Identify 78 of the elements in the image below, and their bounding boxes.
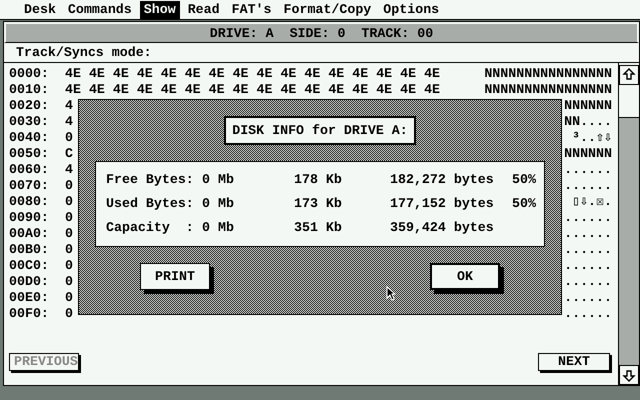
hex-text: 4	[65, 98, 73, 114]
bytes-value: 177,152 bytes	[390, 196, 495, 212]
menu-item[interactable]: Show	[140, 0, 180, 18]
ascii-text: ......	[564, 226, 612, 242]
ascii-text: NNNNNNNNNNNNNNNN	[484, 82, 612, 98]
address-text: 0000:	[9, 66, 50, 82]
hex-text: 0	[65, 194, 73, 210]
hex-text: 4E 4E 4E 4E 4E 4E 4E 4E 4E 4E 4E 4E 4E 4E 4E 4E	[65, 82, 440, 98]
hex-text: 4	[65, 114, 73, 130]
percent-value: 50%	[512, 196, 536, 212]
hex-text: 0	[65, 242, 73, 258]
address-text: 00E0:	[9, 290, 50, 306]
ascii-text: ......	[564, 290, 612, 306]
bytes-value: 182,272 bytes	[390, 172, 495, 188]
dialog-title: DISK INFO for DRIVE A:	[224, 116, 416, 145]
row-label: Used Bytes:	[106, 196, 195, 212]
kb-value: 178 Kb	[294, 172, 343, 188]
address-text: 0080:	[9, 194, 50, 210]
ascii-text: ......	[564, 178, 612, 194]
hex-text: 0	[65, 274, 73, 290]
kb-value: 351 Kb	[294, 220, 343, 236]
address-text: 0050:	[9, 146, 50, 162]
scroll-thumb[interactable]	[619, 85, 639, 118]
hex-text: 0	[65, 178, 73, 194]
menu-item[interactable]: FAT's	[228, 0, 276, 18]
address-text: 0060:	[9, 162, 50, 178]
mb-value: 0 Mb	[202, 172, 235, 188]
menu-item[interactable]: Read	[184, 0, 224, 18]
hex-text: 4E 4E 4E 4E 4E 4E 4E 4E 4E 4E 4E 4E 4E 4E 4E 4E	[65, 66, 440, 82]
ascii-text: NNNNNNNNNNNNNNNN	[484, 66, 612, 82]
ascii-text: ▯⇩.☒.	[572, 194, 612, 210]
hex-text: 0	[65, 306, 73, 322]
mb-value: 0 Mb	[202, 220, 235, 236]
row-label: Free Bytes:	[106, 172, 195, 188]
address-text: 00A0:	[9, 226, 50, 242]
ascii-text: NN....	[564, 114, 612, 130]
address-text: 00F0:	[9, 306, 50, 322]
menu-item[interactable]: Commands	[64, 0, 136, 18]
address-text: 0030:	[9, 114, 50, 130]
ascii-text: ......	[564, 210, 612, 226]
address-text: 0070:	[9, 178, 50, 194]
next-button[interactable]: NEXT	[538, 353, 610, 371]
address-text: 0090:	[9, 210, 50, 226]
ascii-text: ......	[564, 274, 612, 290]
menu-item[interactable]: Options	[379, 0, 444, 18]
hex-text: 4	[65, 162, 73, 178]
ascii-text: ......	[564, 242, 612, 258]
address-text: 00B0:	[9, 242, 50, 258]
ascii-text: NNNNNN	[564, 98, 612, 114]
address-text: 0010:	[9, 82, 50, 98]
scroll-up-icon[interactable]	[619, 65, 639, 85]
hex-text: 0	[65, 290, 73, 306]
hex-text: 0	[65, 210, 73, 226]
mb-value: 0 Mb	[202, 196, 235, 212]
address-text: 00C0:	[9, 258, 50, 274]
ascii-text: ......	[564, 306, 612, 322]
ascii-text: ......	[564, 162, 612, 178]
ascii-text: ³..⇧⇩	[572, 130, 612, 146]
scroll-bar[interactable]	[618, 63, 639, 385]
bytes-value: 359,424 bytes	[390, 220, 495, 236]
ascii-text: ......	[564, 258, 612, 274]
hex-text: C	[65, 146, 73, 162]
menu-item[interactable]: Format/Copy	[280, 0, 376, 18]
hex-text: 0	[65, 226, 73, 242]
mouse-pointer-icon	[386, 286, 396, 301]
ascii-text: NNNNNN	[564, 146, 612, 162]
row-label: Capacity :	[106, 220, 195, 236]
address-text: 0020:	[9, 98, 50, 114]
address-text: 00D0:	[9, 274, 50, 290]
window-title: DRIVE: A SIDE: 0 TRACK: 00	[210, 26, 434, 40]
percent-value: 50%	[512, 172, 536, 188]
menu-item[interactable]: Desk	[20, 0, 60, 18]
scroll-down-icon[interactable]	[619, 365, 639, 385]
mode-label: Track/Syncs mode:	[16, 45, 152, 60]
hex-text: 0	[65, 130, 73, 146]
hex-text: 0	[65, 258, 73, 274]
kb-value: 173 Kb	[294, 196, 343, 212]
address-text: 0040:	[9, 130, 50, 146]
